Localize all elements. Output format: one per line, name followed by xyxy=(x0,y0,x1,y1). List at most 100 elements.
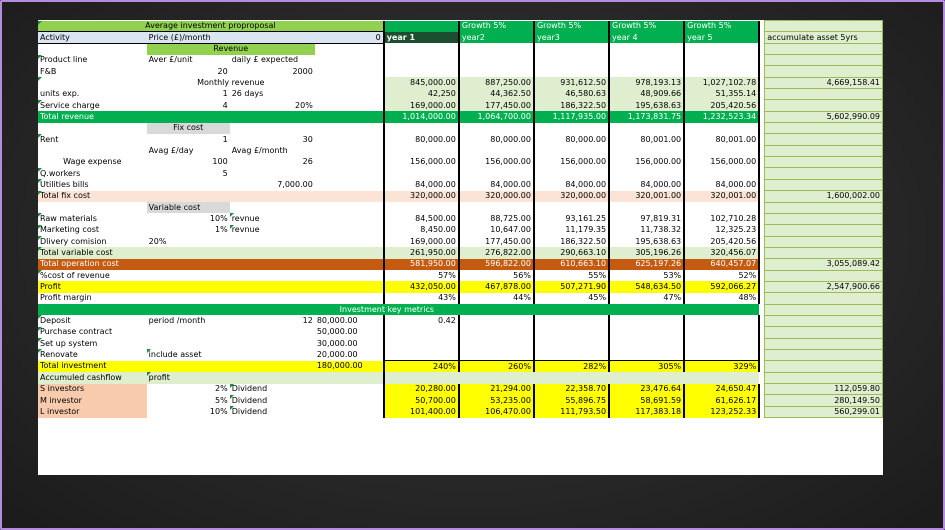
cell[interactable] xyxy=(533,338,611,350)
cell[interactable] xyxy=(147,338,230,349)
cell[interactable]: Dlivery comision xyxy=(38,236,147,247)
cell[interactable] xyxy=(458,167,535,180)
cell[interactable] xyxy=(684,349,761,362)
year-1-value[interactable]: 8,450.00 xyxy=(382,224,460,237)
cell[interactable] xyxy=(684,122,761,134)
cell[interactable] xyxy=(609,122,686,134)
cell[interactable]: 20% xyxy=(230,100,315,111)
year-1-value[interactable]: 169,000.00 xyxy=(382,236,460,248)
cell[interactable]: Service charge xyxy=(38,99,147,111)
cell[interactable] xyxy=(764,360,883,373)
cell[interactable] xyxy=(458,349,535,362)
cell[interactable]: 7,000.00 xyxy=(230,179,315,190)
cell[interactable]: period /month xyxy=(147,315,230,326)
year-3-value[interactable]: 45% xyxy=(533,292,611,305)
year-3-value[interactable]: 111,793.50 xyxy=(533,406,611,418)
cell[interactable] xyxy=(382,349,460,362)
cell[interactable] xyxy=(230,168,315,179)
cell[interactable] xyxy=(315,384,384,395)
cell[interactable] xyxy=(764,326,883,339)
cell[interactable] xyxy=(764,201,883,214)
cell[interactable]: Total revenue xyxy=(38,111,147,123)
cell[interactable]: Utilities bills xyxy=(38,179,147,190)
cell[interactable] xyxy=(315,395,384,406)
cell[interactable] xyxy=(315,236,384,247)
cell[interactable] xyxy=(315,89,384,100)
cell[interactable] xyxy=(764,88,883,101)
cell[interactable]: Raw materials xyxy=(38,213,147,224)
cell[interactable] xyxy=(609,304,685,316)
cell[interactable]: Dividend xyxy=(229,394,315,406)
year-1-value[interactable]: 261,950.00 xyxy=(382,247,460,259)
cell[interactable] xyxy=(38,202,147,213)
cell[interactable] xyxy=(764,371,883,385)
year-3-value[interactable]: 610,663.10 xyxy=(533,258,611,271)
cell[interactable]: Deposit xyxy=(38,315,147,326)
cell[interactable] xyxy=(146,360,230,373)
cell[interactable] xyxy=(314,190,384,202)
cell[interactable] xyxy=(229,31,315,44)
cell[interactable] xyxy=(458,372,534,384)
cell[interactable] xyxy=(147,270,230,281)
cell[interactable]: 12 xyxy=(230,315,315,326)
cell[interactable] xyxy=(382,65,460,78)
cell[interactable] xyxy=(764,337,883,350)
cell[interactable]: 2000 xyxy=(230,66,315,77)
cell[interactable] xyxy=(315,134,384,145)
year-1-value[interactable]: 101,400.00 xyxy=(382,406,460,418)
year-3-value[interactable]: 11,179.35 xyxy=(533,224,611,237)
cell[interactable] xyxy=(533,304,610,316)
year-2-value[interactable]: 44% xyxy=(458,292,535,305)
cell[interactable] xyxy=(382,202,460,214)
year-4-value[interactable]: 11,738.32 xyxy=(609,224,686,237)
cell[interactable] xyxy=(764,224,883,237)
cell[interactable] xyxy=(315,213,384,224)
cell[interactable] xyxy=(230,123,315,134)
year-2-value[interactable]: 596,822.00 xyxy=(458,258,535,271)
cell[interactable] xyxy=(764,42,883,56)
cell[interactable]: 4 xyxy=(147,100,230,111)
investor-name[interactable]: L investor xyxy=(38,406,147,418)
year-5-value[interactable]: 329% xyxy=(684,360,761,373)
year-3-value[interactable]: 80,000.00 xyxy=(533,133,611,146)
cell[interactable] xyxy=(684,338,761,350)
cell[interactable] xyxy=(315,77,384,88)
year-5-value[interactable]: 84,000.00 xyxy=(684,179,761,191)
cell[interactable] xyxy=(609,65,686,78)
year-4-value[interactable]: 548,634.50 xyxy=(609,281,686,293)
cell[interactable] xyxy=(146,281,230,293)
cell[interactable] xyxy=(382,43,460,55)
cell[interactable] xyxy=(315,179,384,190)
cell[interactable] xyxy=(229,372,315,384)
cell[interactable] xyxy=(609,145,686,157)
year-4-value[interactable]: 80,001.00 xyxy=(609,133,686,146)
cell[interactable]: F&B xyxy=(38,66,147,77)
cell[interactable] xyxy=(147,327,230,338)
cell[interactable] xyxy=(533,349,611,362)
year-5-value[interactable]: 52% xyxy=(684,270,761,282)
year-header[interactable]: year 5 xyxy=(684,31,761,44)
section-fix-cost[interactable]: Fix cost xyxy=(146,122,230,134)
cell[interactable] xyxy=(315,168,384,179)
cell[interactable]: include asset xyxy=(146,349,230,360)
cell[interactable] xyxy=(764,235,883,248)
cell[interactable]: 2% xyxy=(147,384,230,395)
cell[interactable] xyxy=(314,372,384,384)
cell[interactable]: 5 xyxy=(147,168,230,179)
year-4-value[interactable]: 320,001.00 xyxy=(609,190,686,202)
year-5-value[interactable]: 1,027,102.78 xyxy=(684,77,761,89)
year-3-value[interactable]: 320,000.00 xyxy=(533,190,611,202)
cell[interactable] xyxy=(764,303,883,316)
cell[interactable] xyxy=(382,372,459,384)
growth-label[interactable]: Growth 5% xyxy=(684,20,761,32)
cell[interactable] xyxy=(609,349,686,362)
year-3-value[interactable]: 282% xyxy=(533,360,611,373)
year-3-value[interactable]: 186,322.50 xyxy=(533,99,611,112)
year-1-value[interactable]: 1,014,000.00 xyxy=(382,111,460,123)
cell[interactable] xyxy=(146,190,230,202)
section-variable-cost[interactable]: Variable cost xyxy=(146,202,230,214)
year-4-value[interactable]: 1,173,831.75 xyxy=(609,111,686,123)
cell[interactable]: 4,669,158.41 xyxy=(764,76,883,90)
cell[interactable] xyxy=(609,167,686,180)
year-2-value[interactable]: 10,647.00 xyxy=(458,224,535,237)
